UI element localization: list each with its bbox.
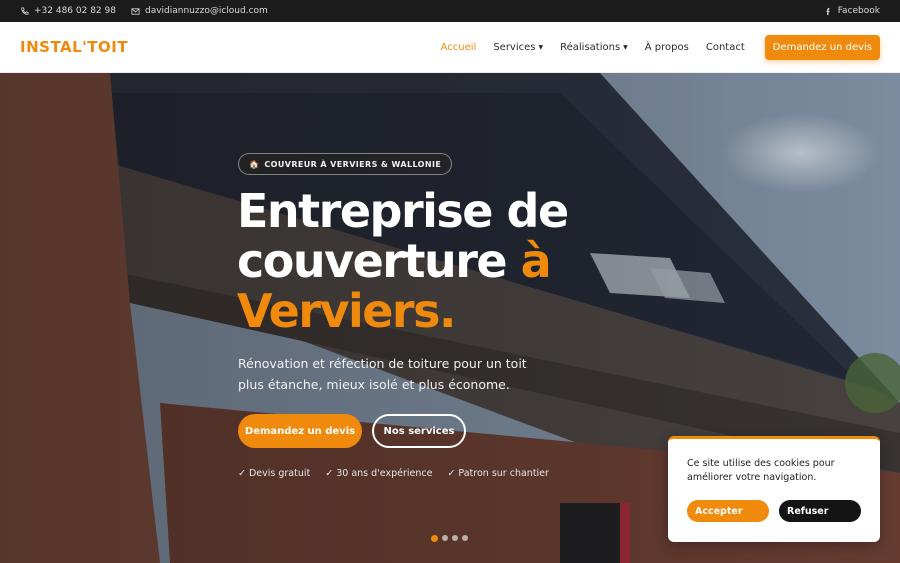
hero-badge-label: COUVREUR À VERVIERS & WALLONIE [264, 159, 442, 169]
hero-title: Entreprise de couverture à Verviers. [237, 186, 657, 336]
nav-about-label: À propos [644, 41, 689, 53]
hero-title-line1: Entreprise de [237, 184, 569, 238]
home-icon: 🏠 [249, 159, 260, 169]
nav-home[interactable]: Accueil [441, 42, 477, 53]
nav-contact[interactable]: Contact [706, 42, 745, 53]
mail-icon [131, 7, 140, 15]
hero-features: ✓ Devis gratuit ✓ 30 ans d'expérience ✓ … [238, 468, 549, 479]
facebook-icon [826, 7, 830, 15]
nav-about[interactable]: À propos [645, 42, 689, 53]
phone-icon [21, 6, 29, 15]
facebook-link[interactable]: Facebook [824, 6, 880, 16]
main-nav: Accueil Services ▼ Réalisations ▼ À propos… [424, 34, 880, 60]
feature-item: ✓ Devis gratuit [238, 468, 311, 479]
slider-dot-4[interactable] [462, 535, 468, 541]
phone-number: +32 486 02 82 98 [34, 6, 116, 16]
logo[interactable]: INSTAL'TOIT [20, 38, 128, 56]
top-bar: +32 486 02 82 98 davidiannuzzo@icloud.co… [0, 0, 900, 22]
facebook-label: Facebook [837, 6, 880, 16]
cookie-accept-button[interactable]: Accepter [687, 500, 769, 522]
nav-home-label: Accueil [440, 41, 477, 53]
slider-dot-2[interactable] [442, 535, 448, 541]
chevron-down-icon: ▼ [538, 43, 544, 51]
chevron-down-icon: ▼ [623, 43, 628, 51]
nav-services-label: Services [493, 41, 536, 53]
email-contact[interactable]: davidiannuzzo@icloud.com [131, 6, 268, 16]
slider-dot-3[interactable] [452, 535, 458, 541]
quote-button[interactable]: Demandez un devis [764, 34, 880, 60]
email-address: davidiannuzzo@icloud.com [144, 6, 268, 16]
hero-services-button[interactable]: Nos services [372, 414, 466, 448]
site-header: INSTAL'TOIT Accueil Services ▼ Réalisatio… [0, 22, 900, 73]
hero-title-line2: couverture [237, 234, 508, 288]
nav-realisations-label: Réalisations [560, 41, 621, 53]
feature-item: ✓ 30 ans d'expérience [325, 468, 433, 479]
hero-title-accent1: à [520, 234, 552, 288]
feature-item: ✓ Patron sur chantier [447, 468, 549, 479]
nav-contact-label: Contact [705, 41, 745, 53]
hero-subtitle: Rénovation et réfection de toiture pour … [238, 356, 527, 392]
hero-quote-button[interactable]: Demandez un devis [238, 414, 362, 448]
cookie-refuse-button[interactable]: Refuser [779, 500, 861, 522]
phone-contact[interactable]: +32 486 02 82 98 [20, 6, 116, 16]
hero-badge: 🏠 COUVREUR À VERVIERS & WALLONIE [238, 153, 453, 175]
cookie-actions: Accepter Refuser [687, 500, 862, 522]
cookie-banner: Ce site utilise des cookies pour amélior… [668, 436, 880, 542]
slider-dot-1[interactable] [431, 534, 438, 542]
cookie-text: Ce site utilise des cookies pour amélior… [687, 458, 835, 483]
nav-realisations[interactable]: Réalisations ▼ [560, 42, 628, 53]
slider-dots [431, 534, 468, 542]
nav-services[interactable]: Services ▼ [493, 42, 543, 53]
hero-title-accent2: Verviers. [237, 284, 456, 338]
